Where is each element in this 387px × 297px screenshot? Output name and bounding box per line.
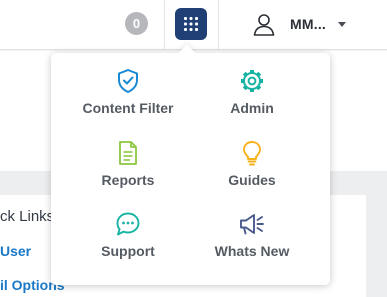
gear-icon [241, 70, 263, 92]
divider [218, 0, 219, 50]
chat-bubble-icon [116, 212, 140, 236]
top-navigation-bar: 0 MM... [0, 0, 387, 50]
quick-links-title: ck Links [0, 208, 55, 225]
menu-item-label: Guides [228, 172, 276, 188]
menu-item-support[interactable]: Support [68, 210, 188, 270]
menu-item-label: Content Filter [82, 100, 174, 116]
menu-item-guides[interactable]: Guides [192, 139, 312, 199]
menu-item-content-filter[interactable]: Content Filter [68, 67, 188, 127]
menu-item-label: Reports [101, 172, 155, 188]
apps-dropdown-menu: Content Filter Admin Reports Guides Supp… [51, 53, 330, 285]
quick-link[interactable]: User [0, 243, 31, 259]
divider [164, 0, 165, 50]
apps-menu-button[interactable] [175, 8, 207, 40]
user-menu[interactable]: MM... [252, 10, 346, 38]
grid-icon [184, 17, 198, 31]
menu-item-reports[interactable]: Reports [68, 139, 188, 199]
menu-item-whats-new[interactable]: Whats New [192, 210, 312, 270]
user-icon [253, 14, 275, 36]
caret-down-icon[interactable] [338, 21, 346, 27]
notification-badge[interactable]: 0 [125, 12, 148, 35]
document-icon [119, 141, 137, 165]
shield-check-icon [118, 69, 138, 93]
lightbulb-icon [243, 141, 261, 166]
menu-item-label: Support [101, 243, 155, 259]
menu-item-label: Whats New [214, 243, 290, 259]
megaphone-icon [240, 214, 264, 235]
user-name: MM... [290, 16, 326, 32]
menu-item-admin[interactable]: Admin [192, 67, 312, 127]
menu-item-label: Admin [230, 100, 274, 116]
